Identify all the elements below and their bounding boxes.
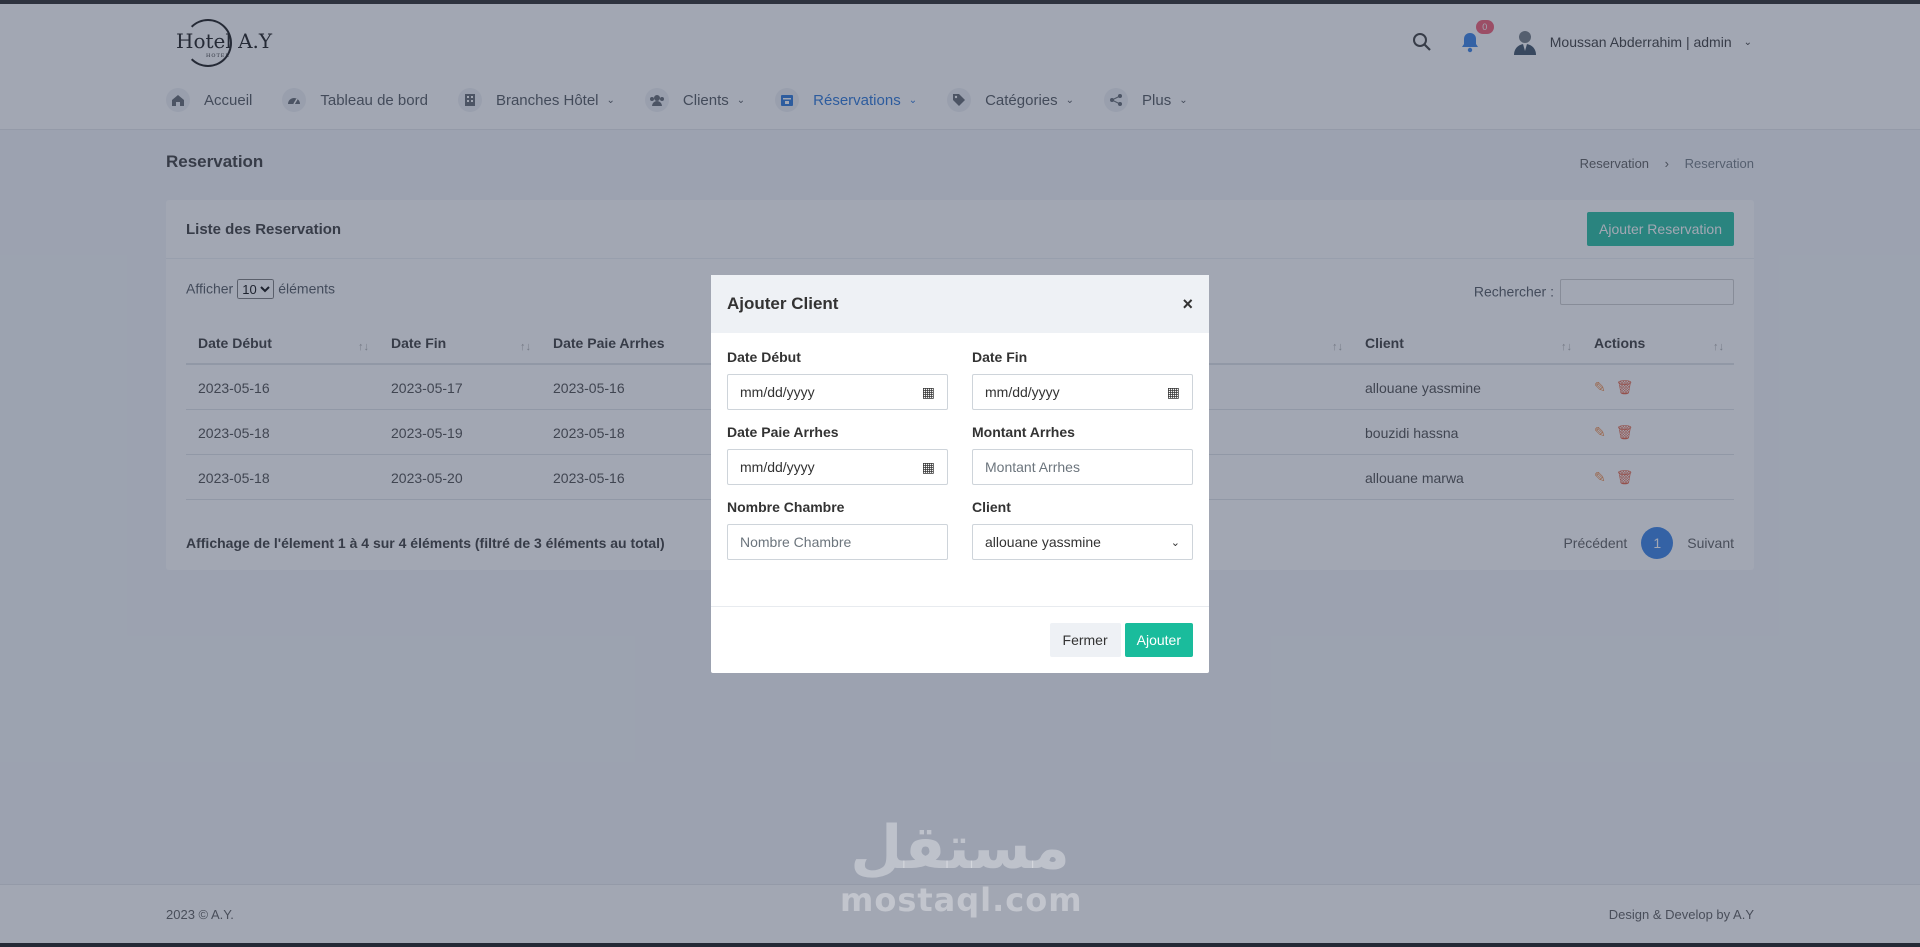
nombre-chambre-input[interactable]: Nombre Chambre: [727, 524, 948, 560]
field-date-paie-arrhes: Date Paie Arrhes mm/dd/yyyy ▦: [727, 424, 948, 485]
modal-form: Date Début mm/dd/yyyy ▦ Date Fin mm/dd/yy…: [711, 333, 1209, 574]
client-select[interactable]: allouane yassmine ⌄: [972, 524, 1193, 560]
field-client: Client allouane yassmine ⌄: [972, 499, 1193, 560]
submit-button[interactable]: Ajouter: [1124, 623, 1193, 657]
calendar-icon[interactable]: ▦: [922, 459, 935, 476]
date-debut-input[interactable]: mm/dd/yyyy ▦: [727, 374, 948, 410]
field-label: Nombre Chambre: [727, 499, 845, 515]
select-value: allouane yassmine: [985, 534, 1101, 550]
watermark-arabic-text: مستقل: [850, 813, 1070, 883]
date-input-value: mm/dd/yyyy: [740, 459, 815, 475]
modal-header: Ajouter Client ×: [711, 275, 1209, 333]
field-label: Date Fin: [972, 349, 1028, 365]
date-input-value: mm/dd/yyyy: [740, 384, 815, 400]
field-nombre-chambre: Nombre Chambre Nombre Chambre: [727, 499, 948, 560]
field-label: Montant Arrhes: [972, 424, 1075, 440]
field-date-fin: Date Fin mm/dd/yyyy ▦: [972, 349, 1193, 410]
input-placeholder: Nombre Chambre: [740, 534, 852, 550]
date-fin-input[interactable]: mm/dd/yyyy ▦: [972, 374, 1193, 410]
date-paie-arrhes-input[interactable]: mm/dd/yyyy ▦: [727, 449, 948, 485]
calendar-icon[interactable]: ▦: [1167, 384, 1180, 401]
date-input-value: mm/dd/yyyy: [985, 384, 1060, 400]
close-icon[interactable]: ×: [1182, 294, 1193, 315]
montant-arrhes-input[interactable]: Montant Arrhes: [972, 449, 1193, 485]
close-modal-button[interactable]: Fermer: [1049, 623, 1121, 657]
watermark-latin-text: mostaql.com: [840, 881, 1083, 919]
calendar-icon[interactable]: ▦: [922, 384, 935, 401]
add-client-modal: Ajouter Client × Date Début mm/dd/yyyy ▦ …: [711, 275, 1209, 673]
modal-footer: Fermer Ajouter: [711, 606, 1209, 673]
field-label: Date Début: [727, 349, 801, 365]
field-label: Client: [972, 499, 1011, 515]
modal-title: Ajouter Client: [727, 294, 839, 313]
chevron-down-icon: ⌄: [1170, 536, 1180, 549]
field-date-debut: Date Début mm/dd/yyyy ▦: [727, 349, 948, 410]
field-montant-arrhes: Montant Arrhes Montant Arrhes: [972, 424, 1193, 485]
input-placeholder: Montant Arrhes: [985, 459, 1080, 475]
field-label: Date Paie Arrhes: [727, 424, 839, 440]
watermark: مستقل mostaql.com: [840, 813, 1083, 919]
